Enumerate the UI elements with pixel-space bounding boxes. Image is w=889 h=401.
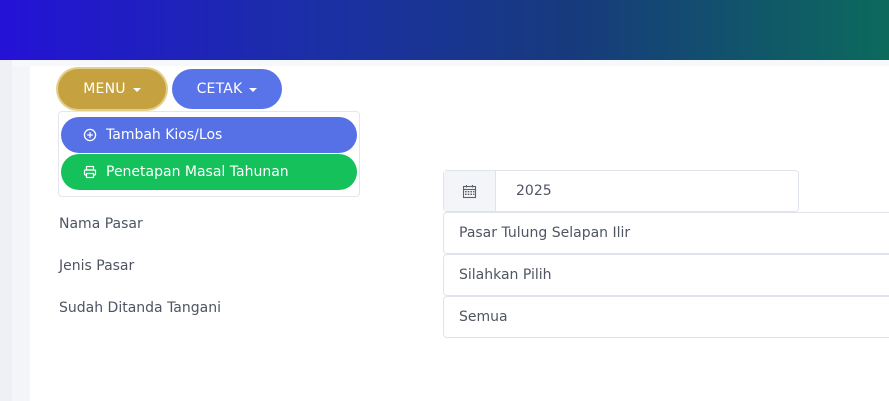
printer-icon [83,165,97,179]
sidebar-edge [0,60,12,401]
jenis-pasar-select[interactable]: Silahkan Pilih [443,254,889,296]
caret-down-icon [132,88,141,92]
dropdown-item-label: Penetapan Masal Tahunan [106,164,289,180]
dropdown-item-penetapan-masal[interactable]: Penetapan Masal Tahunan [61,154,357,190]
top-navbar [0,0,889,60]
dropdown-item-tambah-kios[interactable]: Tambah Kios/Los [61,117,357,153]
sudah-ditanda-tangani-select[interactable]: Semua [443,296,889,338]
sudah-ditanda-tangani-label: Sudah Ditanda Tangani [59,300,221,316]
content-panel-top [12,60,889,66]
jenis-pasar-label: Jenis Pasar [59,258,135,274]
nama-pasar-select[interactable]: Pasar Tulung Selapan Ilir [443,212,889,254]
menu-button[interactable]: MENU [58,69,166,109]
plus-circle-icon [83,128,97,142]
cetak-button[interactable]: CETAK [172,69,282,109]
dropdown-item-label: Tambah Kios/Los [106,127,223,143]
caret-down-icon [249,88,258,92]
calendar-icon [444,171,496,211]
menu-button-label: MENU [83,81,126,97]
menu-dropdown: Tambah Kios/Los Penetapan Masal Tahunan [58,111,360,197]
cetak-button-label: CETAK [196,81,243,97]
nama-pasar-label: Nama Pasar [59,216,143,232]
year-picker[interactable]: 2025 [443,170,799,212]
year-input[interactable]: 2025 [496,171,798,211]
